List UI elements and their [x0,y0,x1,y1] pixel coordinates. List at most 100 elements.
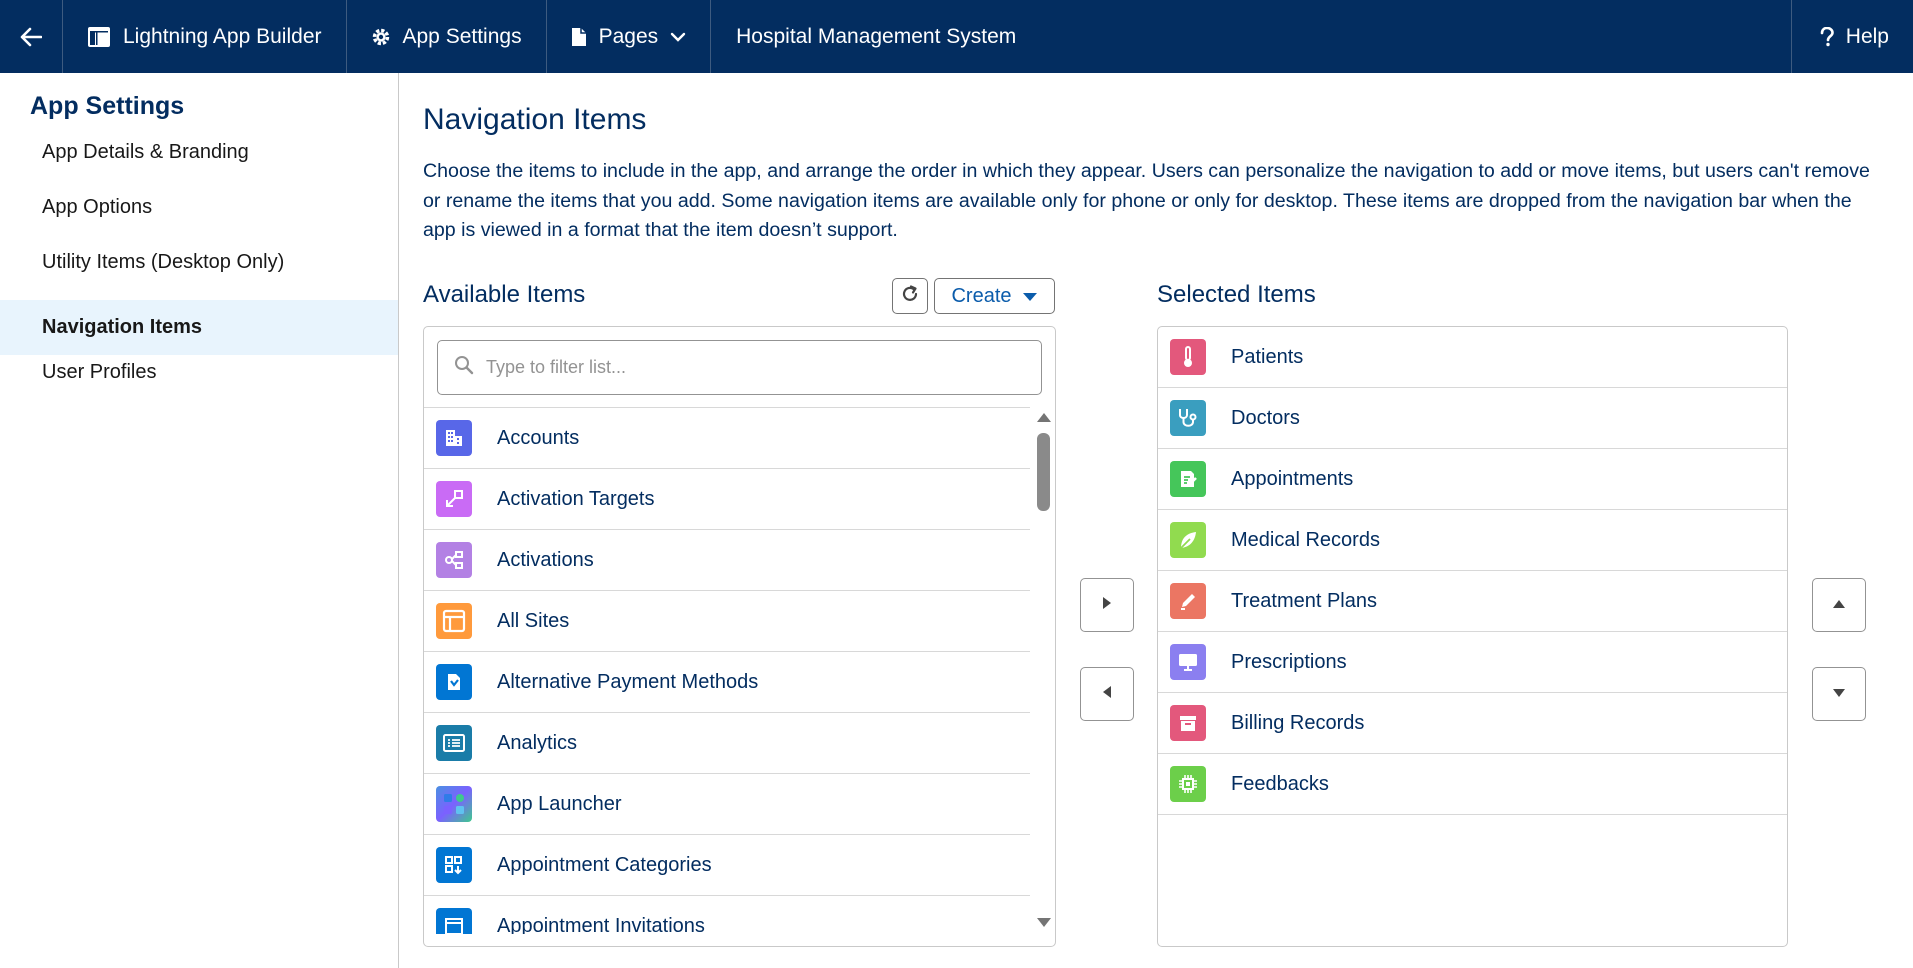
page-icon [571,27,587,47]
list-item[interactable]: Appointment Categories [424,834,1030,895]
list-item-label: Medical Records [1231,528,1380,551]
sidebar-item-app-details[interactable]: App Details & Branding [0,125,398,180]
available-items-listbox: Accounts Activation Targets Activations … [423,326,1056,947]
thermometer-icon [1170,339,1206,375]
gear-icon [371,27,391,47]
list-item-label: All Sites [497,609,570,632]
list-item[interactable]: Appointment Invitations [424,895,1030,934]
lightning-app-builder-label: Lightning App Builder [123,24,322,48]
calendar-icon [436,908,472,934]
building-icon [436,420,472,456]
list-item-label: Appointments [1231,467,1354,490]
list-item-label: Feedbacks [1231,772,1329,795]
list-item[interactable]: Activation Targets [424,468,1030,529]
scroll-down-arrow-icon[interactable] [1037,918,1051,927]
list-item[interactable]: Alternative Payment Methods [424,651,1030,712]
lightning-app-builder-button[interactable]: Lightning App Builder [63,0,347,73]
filter-input[interactable] [486,357,1026,378]
sidebar-item-user-profiles[interactable]: User Profiles [0,345,398,400]
target-icon [436,481,472,517]
chevron-down-icon [670,32,686,42]
list-item[interactable]: All Sites [424,590,1030,651]
list-item[interactable]: Accounts [424,407,1030,468]
selected-items-listbox: Patients Doctors Appointments Medical Re… [1157,326,1788,947]
help-button[interactable]: Help [1790,0,1913,73]
selected-items-title: Selected Items [1157,281,1316,308]
list-item-label: Analytics [497,731,578,754]
move-to-selected-button[interactable] [1080,578,1134,632]
available-list-scrollbar[interactable] [1035,407,1051,934]
list-item-label: Prescriptions [1231,650,1347,673]
page-description: Choose the items to include in the app, … [423,160,1870,241]
back-button[interactable] [0,0,63,73]
list-item[interactable]: Billing Records [1158,693,1787,754]
chip-icon [1170,766,1206,802]
list-item[interactable]: Doctors [1158,388,1787,449]
filter-field[interactable] [437,340,1042,395]
caret-left-icon [1102,685,1112,704]
pages-menu-button[interactable]: Pages [547,0,712,73]
caret-down-icon [1022,285,1038,308]
available-items-list: Accounts Activation Targets Activations … [424,407,1030,934]
archive-icon [1170,705,1206,741]
caret-up-icon [1832,596,1846,614]
analytics-icon [436,725,472,761]
list-item[interactable]: Activations [424,529,1030,590]
scroll-up-arrow-icon[interactable] [1037,413,1051,422]
selected-items-list: Patients Doctors Appointments Medical Re… [1158,327,1787,815]
create-label: Create [951,284,1012,307]
move-down-button[interactable] [1812,667,1866,721]
move-to-available-button[interactable] [1080,667,1134,721]
pencil-icon [1170,583,1206,619]
list-item[interactable]: Patients [1158,327,1787,388]
refresh-icon [900,284,920,309]
list-item[interactable]: Appointments [1158,449,1787,510]
sidebar-heading: App Settings [30,92,185,120]
flow-icon [436,542,472,578]
list-item-label: Treatment Plans [1231,589,1377,612]
payment-icon [436,664,472,700]
list-item[interactable]: Analytics [424,712,1030,773]
app-settings-label: App Settings [402,24,522,48]
list-item-label: Activations [497,548,594,571]
page-title: Navigation Items [423,103,647,136]
app-launcher-icon [436,786,472,822]
caret-right-icon [1102,596,1112,615]
form-icon [1170,461,1206,497]
monitor-icon [1170,644,1206,680]
sidebar-item-utility-items[interactable]: Utility Items (Desktop Only) [0,235,398,290]
list-item[interactable]: Medical Records [1158,510,1787,571]
list-item-label: App Launcher [497,792,622,815]
list-item[interactable]: Prescriptions [1158,632,1787,693]
refresh-button[interactable] [892,278,928,314]
app-title: Hospital Management System [736,24,1017,48]
list-item[interactable]: Feedbacks [1158,754,1787,815]
caret-down-icon [1832,685,1846,703]
categories-icon [436,847,472,883]
list-item-label: Billing Records [1231,711,1365,734]
list-item[interactable]: App Launcher [424,773,1030,834]
list-item-label: Appointment Categories [497,853,712,876]
pages-label: Pages [598,24,659,48]
list-item-label: Alternative Payment Methods [497,670,759,693]
move-up-button[interactable] [1812,578,1866,632]
search-icon [454,355,474,380]
sidebar: App Settings App Details & Branding App … [0,73,399,968]
list-item-label: Appointment Invitations [497,914,705,935]
stethoscope-icon [1170,400,1206,436]
top-bar: Lightning App Builder App Settings Pages… [0,0,1913,73]
available-items-title: Available Items [423,281,586,308]
leaf-icon [1170,522,1206,558]
scrollbar-thumb[interactable] [1037,433,1050,511]
list-item-label: Accounts [497,426,580,449]
site-icon [436,603,472,639]
list-item[interactable]: Treatment Plans [1158,571,1787,632]
sidebar-item-app-options[interactable]: App Options [0,180,398,235]
help-label: Help [1845,24,1889,48]
list-item-label: Activation Targets [497,487,655,510]
list-item-label: Patients [1231,345,1304,368]
app-settings-button[interactable]: App Settings [347,0,547,73]
arrow-left-icon [20,27,42,47]
list-item-label: Doctors [1231,406,1300,429]
create-button[interactable]: Create [934,278,1055,314]
